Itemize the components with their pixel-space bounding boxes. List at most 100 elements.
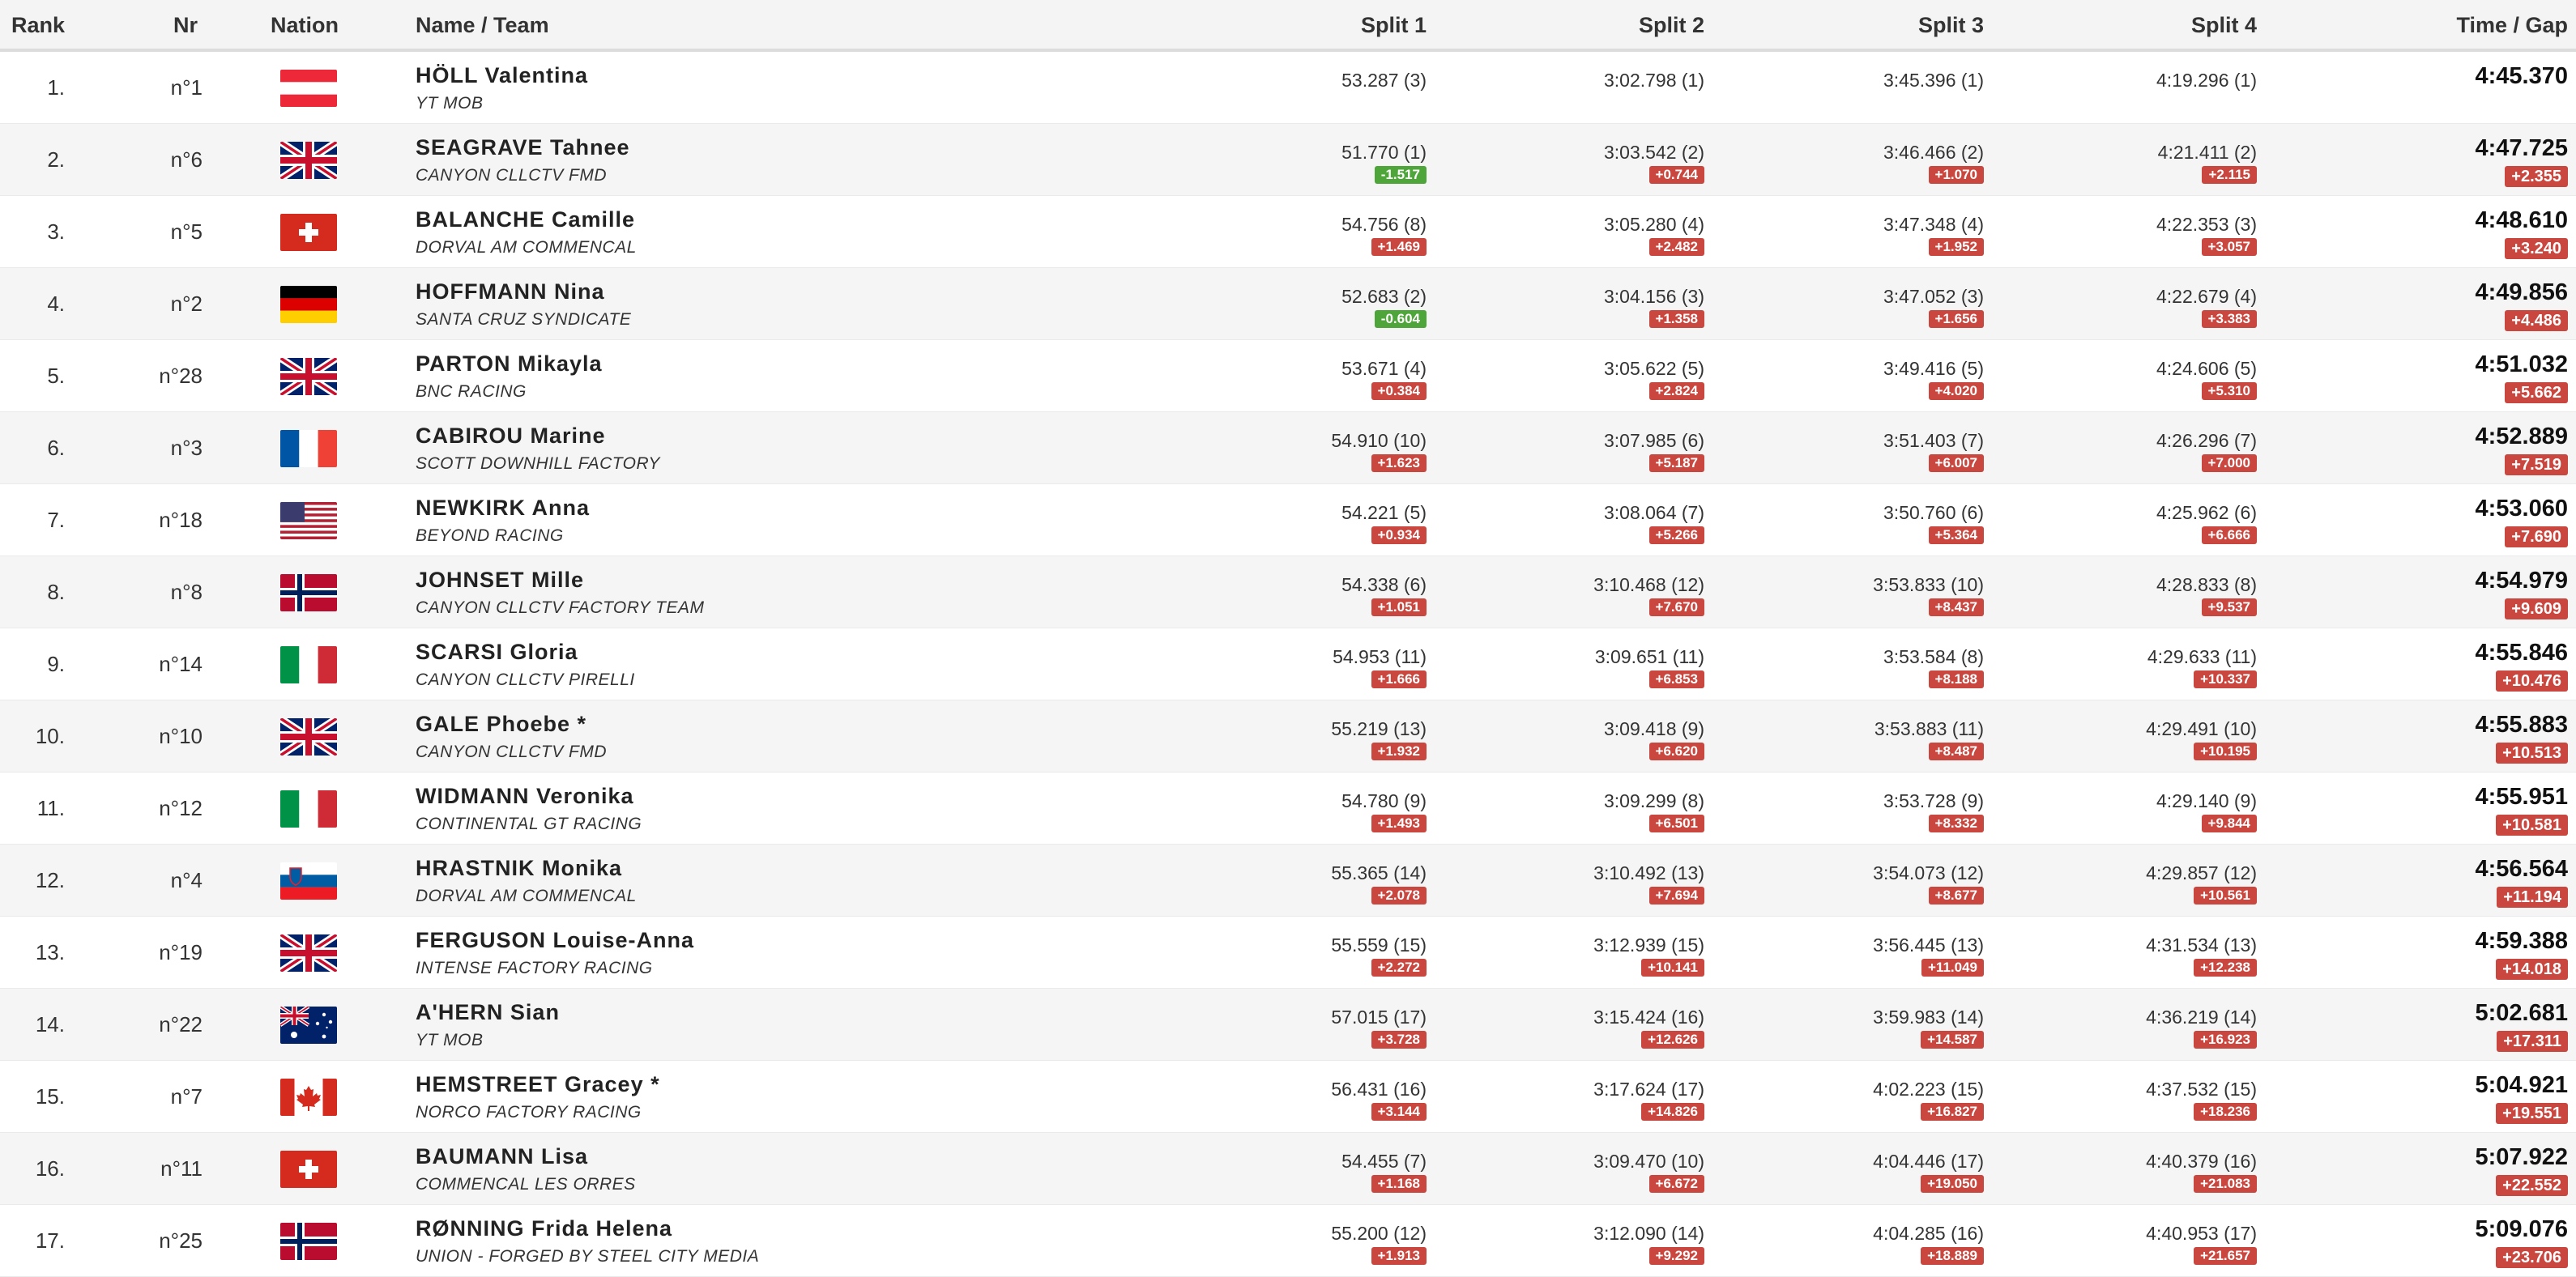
table-row[interactable]: 11. n°12 WIDMANN Veronika CONTINENTAL GT RA… (0, 773, 2576, 845)
split-2-gap-badge: +5.266 (1648, 526, 1704, 544)
final-time-time: 4:54.979 (2475, 568, 2569, 594)
split-1-time: 55.365 (14) (1331, 862, 1427, 883)
split-1-gap-badge: -1.517 (1374, 166, 1427, 184)
split-3-time: 4:04.285 (16) (1873, 1223, 1984, 1244)
rider-name[interactable]: PARTON Mikayla (416, 351, 603, 377)
split-3-gap-badge: +8.332 (1928, 815, 1984, 832)
col-name-header[interactable]: Name / Team (416, 0, 549, 50)
bib-number: n°14 (159, 652, 203, 676)
table-row[interactable]: 6. n°3 CABIROU Marine SCOTT DOWNHILL FACTOR… (0, 412, 2576, 484)
team-name: CONTINENTAL GT RACING (416, 815, 642, 833)
col-split2-header[interactable]: Split 2 (1639, 0, 1704, 50)
split-1-time: 55.219 (13) (1331, 718, 1427, 739)
rider-name[interactable]: JOHNSET Mille (416, 568, 584, 593)
rider-name[interactable]: HEMSTREET Gracey * (416, 1072, 660, 1097)
split-3-time: 3:59.983 (14) (1873, 1007, 1984, 1028)
final-time-time: 4:45.370 (2475, 63, 2569, 89)
split-2-gap-badge: +9.292 (1648, 1247, 1704, 1265)
rider-name[interactable]: A'HERN Sian (416, 1000, 560, 1025)
split-1-gap-badge: +2.272 (1371, 959, 1427, 977)
table-row[interactable]: 13. n°19 FERGUSON Louise-Anna INTENSE FACTO… (0, 917, 2576, 989)
table-row[interactable]: 8. n°8 JOHNSET Mille CANYON CLLCTV FACTORY … (0, 556, 2576, 628)
final-time-gap-badge: +9.609 (2505, 598, 2568, 619)
split-1-gap-badge: +0.384 (1371, 382, 1427, 400)
table-row[interactable]: 2. n°6 SEAGRAVE Tahnee CANYON CLLCTV FMD 51.… (0, 124, 2576, 196)
table-row[interactable]: 3. n°5 BALANCHE Camille DORVAL AM COMMENCAL… (0, 196, 2576, 268)
split-4-time: 4:29.491 (10) (2146, 718, 2257, 739)
col-time-header[interactable]: Time / Gap (2456, 0, 2568, 50)
split-2-gap-badge: +10.141 (1641, 959, 1704, 977)
split-2-time: 3:17.624 (17) (1593, 1079, 1704, 1100)
split-4-time: 4:29.633 (11) (2147, 646, 2257, 667)
bib-number: n°4 (170, 868, 203, 892)
split-2-time: 3:09.470 (10) (1593, 1151, 1704, 1172)
split-3-gap-badge: +6.007 (1928, 454, 1984, 472)
split-4-time: 4:37.532 (15) (2146, 1079, 2257, 1100)
split-2-gap-badge: +2.482 (1648, 238, 1704, 256)
split-2-gap-badge: +2.824 (1648, 382, 1704, 400)
split-2-time: 3:03.542 (2) (1603, 142, 1704, 163)
table-row[interactable]: 12. n°4 HRASTNIK Monika DORVAL AM COMMENCAL… (0, 845, 2576, 917)
col-split3-header[interactable]: Split 3 (1918, 0, 1984, 50)
table-row[interactable]: 17. n°25 RØNNING Frida Helena UNION - FORGE… (0, 1205, 2576, 1277)
col-split4-header[interactable]: Split 4 (2191, 0, 2257, 50)
rider-name[interactable]: WIDMANN Veronika (416, 784, 634, 809)
final-time-time: 4:56.564 (2475, 856, 2569, 882)
team-name: CANYON CLLCTV FMD (416, 743, 608, 761)
split-2-time: 3:09.651 (11) (1594, 646, 1704, 667)
split-4-gap-badge: +21.083 (2194, 1175, 2257, 1193)
split-1-gap-badge: +1.666 (1371, 670, 1427, 688)
split-2-time: 3:04.156 (3) (1603, 286, 1704, 307)
rider-name[interactable]: CABIROU Marine (416, 424, 606, 449)
split-4-time: 4:25.962 (6) (2156, 502, 2257, 523)
split-3-gap-badge: +8.677 (1928, 887, 1984, 905)
col-nation-header[interactable]: Nation (271, 0, 339, 50)
rider-name[interactable]: HRASTNIK Monika (416, 856, 622, 881)
table-row[interactable]: 10. n°10 GALE Phoebe * CANYON CLLCTV FMD 55.… (0, 700, 2576, 773)
split-3-time: 3:53.883 (11) (1874, 718, 1984, 739)
rider-name[interactable]: RØNNING Frida Helena (416, 1216, 672, 1241)
rider-name[interactable]: FERGUSON Louise-Anna (416, 928, 694, 953)
rider-name[interactable]: BAUMANN Lisa (416, 1144, 588, 1169)
table-row[interactable]: 15. n°7 HEMSTREET Gracey * NORCO FACTORY RA… (0, 1061, 2576, 1133)
table-row[interactable]: 14. n°22 A'HERN Sian YT MOB 57.015 (17) +3.72… (0, 989, 2576, 1061)
final-time-gap-badge: +4.486 (2505, 310, 2568, 331)
rank: 5. (47, 364, 65, 388)
rider-name[interactable]: GALE Phoebe * (416, 712, 586, 737)
flag-gbr-icon (280, 142, 337, 179)
rider-name[interactable]: SEAGRAVE Tahnee (416, 135, 630, 160)
flag-fra-icon (280, 430, 337, 467)
table-row[interactable]: 16. n°11 BAUMANN Lisa COMMENCAL LES ORRES 54… (0, 1133, 2576, 1205)
final-time-gap-badge: +2.355 (2505, 166, 2568, 187)
bib-number: n°12 (159, 796, 203, 820)
rider-name[interactable]: NEWKIRK Anna (416, 496, 590, 521)
split-3-time: 3:51.403 (7) (1883, 430, 1984, 451)
table-row[interactable]: 9. n°14 SCARSI Gloria CANYON CLLCTV PIRELLI… (0, 628, 2576, 700)
table-row[interactable]: 5. n°28 PARTON Mikayla BNC RACING 53.671 (4)… (0, 340, 2576, 412)
final-time-time: 4:48.610 (2475, 207, 2569, 233)
final-time-gap-badge: +10.581 (2496, 815, 2568, 836)
team-name: DORVAL AM COMMENCAL (416, 887, 637, 905)
split-4-time: 4:31.534 (13) (2146, 934, 2257, 956)
split-3-gap-badge: +8.188 (1928, 670, 1984, 688)
rider-name[interactable]: HOFFMANN Nina (416, 279, 604, 304)
split-2-time: 3:12.939 (15) (1593, 934, 1704, 956)
rider-name[interactable]: BALANCHE Camille (416, 207, 635, 232)
rider-name[interactable]: SCARSI Gloria (416, 640, 578, 665)
split-3-time: 3:53.584 (8) (1883, 646, 1984, 667)
rank: 4. (47, 292, 65, 316)
split-3-time: 3:54.073 (12) (1873, 862, 1984, 883)
split-4-time: 4:29.140 (9) (2156, 790, 2257, 811)
rider-name[interactable]: HÖLL Valentina (416, 63, 588, 88)
col-split1-header[interactable]: Split 1 (1361, 0, 1427, 50)
rank: 3. (47, 219, 65, 244)
col-nr-header[interactable]: Nr (173, 0, 198, 50)
final-time-time: 4:51.032 (2475, 351, 2569, 377)
table-row[interactable]: 1. n°1 HÖLL Valentina YT MOB 53.287 (3) 3:02.… (0, 52, 2576, 124)
flag-slo-icon (280, 862, 337, 900)
table-row[interactable]: 7. n°18 NEWKIRK Anna BEYOND RACING 54.221 (5… (0, 484, 2576, 556)
team-name: DORVAL AM COMMENCAL (416, 238, 637, 257)
team-name: YT MOB (416, 94, 484, 113)
col-rank-header[interactable]: Rank (11, 0, 65, 50)
table-row[interactable]: 4. n°2 HOFFMANN Nina SANTA CRUZ SYNDICATE 52… (0, 268, 2576, 340)
